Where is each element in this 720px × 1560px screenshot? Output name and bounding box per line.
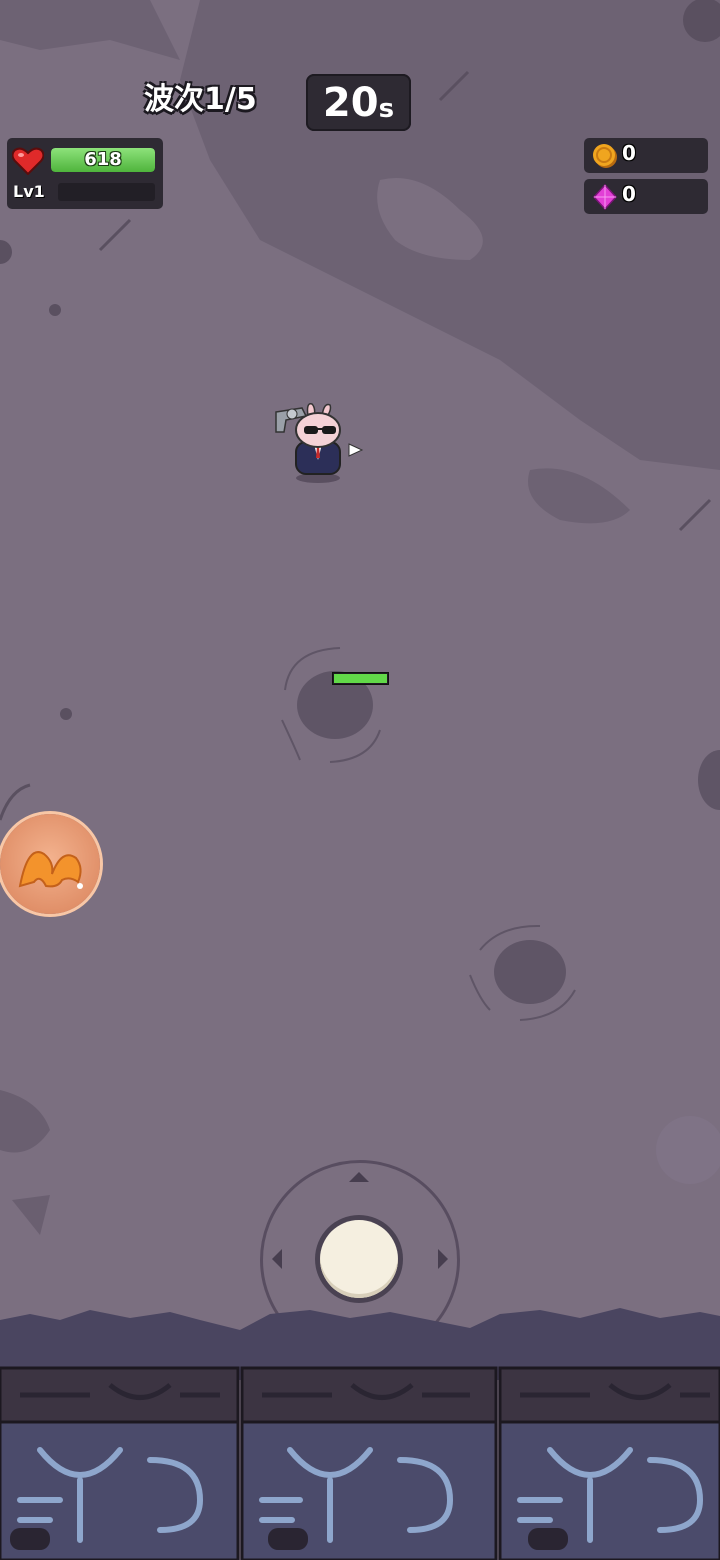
- player-level: Lv1: [13, 182, 45, 201]
- joystick-knob[interactable]: [320, 1220, 398, 1298]
- joystick-left-arrow-icon: [272, 1249, 282, 1269]
- enemy-hp-bar: [332, 672, 389, 685]
- coin-counter: 0: [584, 138, 708, 173]
- bottom-stone-wall: [0, 1308, 720, 1560]
- player-character: [275, 403, 364, 483]
- player-status-panel: 618 Lv1: [7, 138, 163, 209]
- hp-bar: 618: [51, 148, 155, 172]
- xp-bar: [58, 183, 155, 201]
- gem-icon: [592, 184, 618, 210]
- gem-counter: 0: [584, 179, 708, 214]
- enemy-hp-fill: [334, 674, 387, 683]
- coin-value: 0: [622, 141, 636, 165]
- wave-counter: 波次1/5: [144, 82, 257, 117]
- coin-icon: [593, 144, 617, 168]
- timer-unit: s: [378, 93, 395, 124]
- skill-icon: [18, 851, 83, 889]
- wave-timer: 20 s: [306, 74, 411, 131]
- heart-icon: [12, 147, 44, 175]
- joystick-up-arrow-icon: [349, 1172, 369, 1182]
- joystick-right-arrow-icon: [438, 1249, 448, 1269]
- timer-value: 20: [322, 79, 379, 126]
- hp-value: 618: [84, 149, 122, 170]
- skill-button[interactable]: [0, 814, 100, 914]
- gem-value: 0: [622, 182, 636, 206]
